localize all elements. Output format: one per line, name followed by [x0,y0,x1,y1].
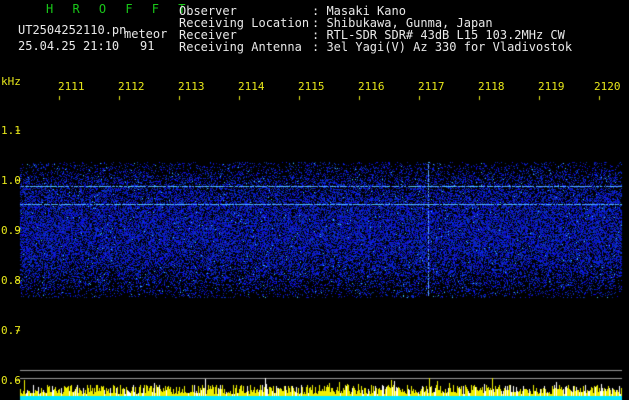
y-tick-label: 1.0 [1,174,21,187]
app-title: H R O F F T [46,2,192,16]
y-tick-label: 0.8 [1,274,21,287]
spectrogram-canvas [0,0,629,400]
x-tick-label: 2117 [418,80,445,93]
x-tick-label: 2114 [238,80,265,93]
x-tick-label: 2120 [594,80,621,93]
x-tick-label: 2119 [538,80,565,93]
echo-count: 91 [140,39,155,53]
y-axis-unit: kHz [1,75,21,88]
x-tick-label: 2113 [178,80,205,93]
antenna-value: : 3el Yagi(V) Az 330 for Vladivostok [312,40,573,54]
x-tick-label: 2111 [58,80,85,93]
y-tick-label: 0.7 [1,324,21,337]
antenna-label: Receiving Antenna [179,40,302,54]
y-tick-label: 1.1 [1,124,21,137]
x-tick-label: 2115 [298,80,325,93]
filename: UT2504252110.pn [18,23,127,37]
y-tick-label: 0.6 [1,374,21,387]
x-tick-label: 2116 [358,80,385,93]
y-tick-label: 0.9 [1,224,21,237]
hrofft-screen: H R O F F T UT2504252110.pn meteor 25.04… [0,0,629,400]
x-tick-label: 2112 [118,80,145,93]
x-tick-label: 2118 [478,80,505,93]
date-time: 25.04.25 21:10 [18,39,120,53]
